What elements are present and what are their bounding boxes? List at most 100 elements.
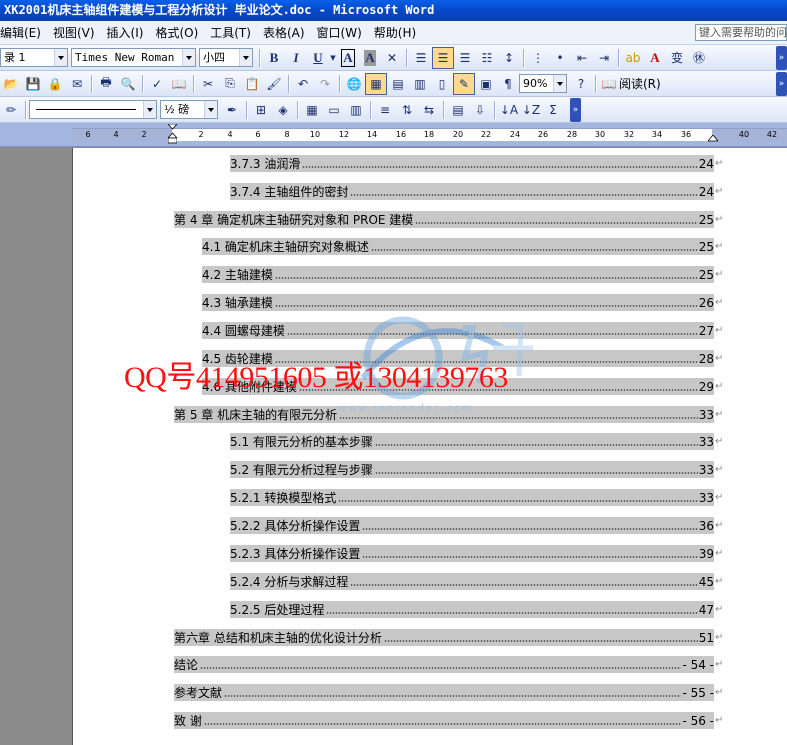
document-page[interactable]: 3.7.3 油润滑 24 3.7.4 主轴组件的密封 24 第 4 章 确定机床主轴… [72, 148, 787, 745]
document-map-icon[interactable]: ▣ [475, 73, 497, 95]
toc-entry[interactable]: 参考文献 - 55 - [174, 684, 714, 701]
toc-entry[interactable]: 4.3 轴承建模 26 [202, 294, 714, 311]
toc-entry[interactable]: 5.2.3 具体分析操作设置 39 [230, 545, 714, 562]
insert-excel-icon[interactable]: ▥ [409, 73, 431, 95]
right-indent-marker-icon[interactable] [708, 135, 718, 143]
sort-descending-icon[interactable]: ↓Z [520, 99, 542, 121]
bullets-button[interactable]: • [549, 47, 571, 69]
increase-indent-button[interactable]: ⇥ [593, 47, 615, 69]
distribute-rows-icon[interactable]: ⇅ [396, 99, 418, 121]
phonetic-guide-icon[interactable]: 变 [666, 47, 688, 69]
copy-icon[interactable]: ⎘ [219, 73, 241, 95]
menu-insert[interactable]: 插入(I) [101, 22, 150, 44]
numbering-button[interactable]: ⋮ [527, 47, 549, 69]
toc-entry[interactable]: 3.7.3 油润滑 24 [230, 155, 714, 172]
font-color-button[interactable]: A [644, 47, 666, 69]
print-preview-icon[interactable]: 🔍 [117, 73, 139, 95]
read-mode-button[interactable]: 阅读(R) [619, 75, 661, 92]
spelling-icon[interactable]: ✓ [146, 73, 168, 95]
outside-border-icon[interactable]: ⊞ [250, 99, 272, 121]
italic-button[interactable]: I [285, 47, 307, 69]
undo-icon[interactable]: ↶ [292, 73, 314, 95]
chevron-down-icon[interactable]: ▼ [329, 47, 337, 69]
toc-entry[interactable]: 4.1 确定机床主轴研究对象概述 25 [202, 238, 714, 255]
toc-entry[interactable]: 结论 - 54 - [174, 656, 714, 673]
indent-marker-icon[interactable] [168, 124, 177, 144]
horizontal-ruler[interactable]: 6 4 2 2 4 6 8 10 12 14 16 18 20 22 24 26… [72, 128, 787, 142]
columns-icon[interactable]: ▯ [431, 73, 453, 95]
shading-color-icon[interactable]: ◈ [272, 99, 294, 121]
print-icon[interactable]: 🖶 [95, 73, 117, 95]
cut-icon[interactable]: ✂ [197, 73, 219, 95]
line-spacing-button[interactable]: ↕ [498, 47, 520, 69]
split-cells-icon[interactable]: ▥ [345, 99, 367, 121]
permission-icon[interactable]: 🔒 [44, 73, 66, 95]
hyperlink-icon[interactable]: 🌐 [343, 73, 365, 95]
zoom-combo[interactable]: 90% [519, 74, 567, 93]
email-icon[interactable]: ✉ [66, 73, 88, 95]
toc-entry[interactable]: 第 4 章 确定机床主轴研究对象和 PROE 建模 25 [174, 211, 714, 228]
chevron-down-icon[interactable] [182, 49, 195, 66]
merge-cells-icon[interactable]: ▭ [323, 99, 345, 121]
toolbar-options-icon[interactable]: » [776, 71, 787, 96]
menu-format[interactable]: 格式(O) [149, 22, 204, 44]
chevron-down-icon[interactable] [54, 49, 67, 66]
decrease-indent-button[interactable]: ⇤ [571, 47, 593, 69]
toc-entry[interactable]: 4.2 主轴建模 25 [202, 266, 714, 283]
char-scale-icon[interactable]: ✕ [381, 47, 403, 69]
text-direction-icon[interactable]: ⇩ [469, 99, 491, 121]
chevron-down-icon[interactable] [239, 49, 252, 66]
paste-icon[interactable]: 📋 [241, 73, 263, 95]
toolbar-options-icon[interactable]: » [570, 97, 581, 122]
enclose-char-icon[interactable]: ㊡ [688, 47, 710, 69]
sort-ascending-icon[interactable]: ↓A [498, 99, 520, 121]
line-weight-combo[interactable]: ½ 磅 [160, 100, 218, 119]
insert-table-icon[interactable]: ▤ [387, 73, 409, 95]
format-painter-icon[interactable]: 🖌 [263, 73, 285, 95]
menu-edit[interactable]: 编辑(E) [0, 22, 47, 44]
justify-button[interactable]: ☷ [476, 47, 498, 69]
menu-help[interactable]: 帮助(H) [368, 22, 422, 44]
read-mode-icon[interactable]: 📖 [599, 73, 619, 95]
toc-entry[interactable]: 5.1 有限元分析的基本步骤 33 [230, 433, 714, 450]
drawing-icon[interactable]: ✎ [453, 72, 475, 95]
research-icon[interactable]: 📖 [168, 73, 190, 95]
style-combo[interactable]: 录 1 [0, 48, 68, 67]
autosum-icon[interactable]: Σ [542, 99, 564, 121]
toc-entry[interactable]: 致 谢 - 56 - [174, 712, 714, 729]
save-icon[interactable]: 💾 [22, 73, 44, 95]
border-color-icon[interactable]: ✒ [221, 99, 243, 121]
help-search-input[interactable]: 键入需要帮助的问 [695, 24, 787, 41]
align-center-button[interactable]: ☰ [432, 46, 454, 69]
toc-entry[interactable]: 4.4 圆螺母建模 27 [202, 322, 714, 339]
toolbar-options-icon[interactable]: » [776, 45, 787, 70]
highlight-button[interactable]: ab [622, 47, 644, 69]
open-icon[interactable]: 📂 [0, 73, 22, 95]
bold-button[interactable]: B [263, 47, 285, 69]
chevron-down-icon[interactable] [143, 101, 156, 118]
window-title-bar[interactable]: XK2001机床主轴组件建模与工程分析设计 毕业论文.doc - Microso… [0, 0, 787, 21]
toc-entry[interactable]: 5.2.4 分析与求解过程 45 [230, 573, 714, 590]
help-icon[interactable]: ? [570, 73, 592, 95]
align-cell-icon[interactable]: ≡ [374, 99, 396, 121]
align-left-button[interactable]: ☰ [410, 47, 432, 69]
font-combo[interactable]: Times New Roman [71, 48, 196, 67]
toc-entry[interactable]: 第六章 总结和机床主轴的优化设计分析 51 [174, 629, 714, 646]
tables-borders-icon[interactable]: ▦ [365, 72, 387, 95]
draw-table-icon[interactable]: ✏ [0, 99, 22, 121]
menu-window[interactable]: 窗口(W) [311, 22, 368, 44]
align-right-button[interactable]: ☰ [454, 47, 476, 69]
toc-entry[interactable]: 5.2.5 后处理过程 47 [230, 601, 714, 618]
toc-entry[interactable]: 3.7.4 主轴组件的密封 24 [230, 183, 714, 200]
menu-view[interactable]: 视图(V) [47, 22, 101, 44]
chevron-down-icon[interactable] [553, 75, 566, 92]
insert-table-icon[interactable]: ▦ [301, 99, 323, 121]
toc-entry[interactable]: 5.2.1 转换模型格式 33 [230, 489, 714, 506]
menu-tools[interactable]: 工具(T) [204, 22, 257, 44]
char-shading-button[interactable]: A [359, 47, 381, 69]
toc-entry[interactable]: 5.2.2 具体分析操作设置 36 [230, 517, 714, 534]
toc-entry[interactable]: 5.2 有限元分析过程与步骤 33 [230, 461, 714, 478]
underline-button[interactable]: U [307, 47, 329, 69]
char-border-button[interactable]: A [337, 47, 359, 69]
chevron-down-icon[interactable] [204, 101, 217, 118]
